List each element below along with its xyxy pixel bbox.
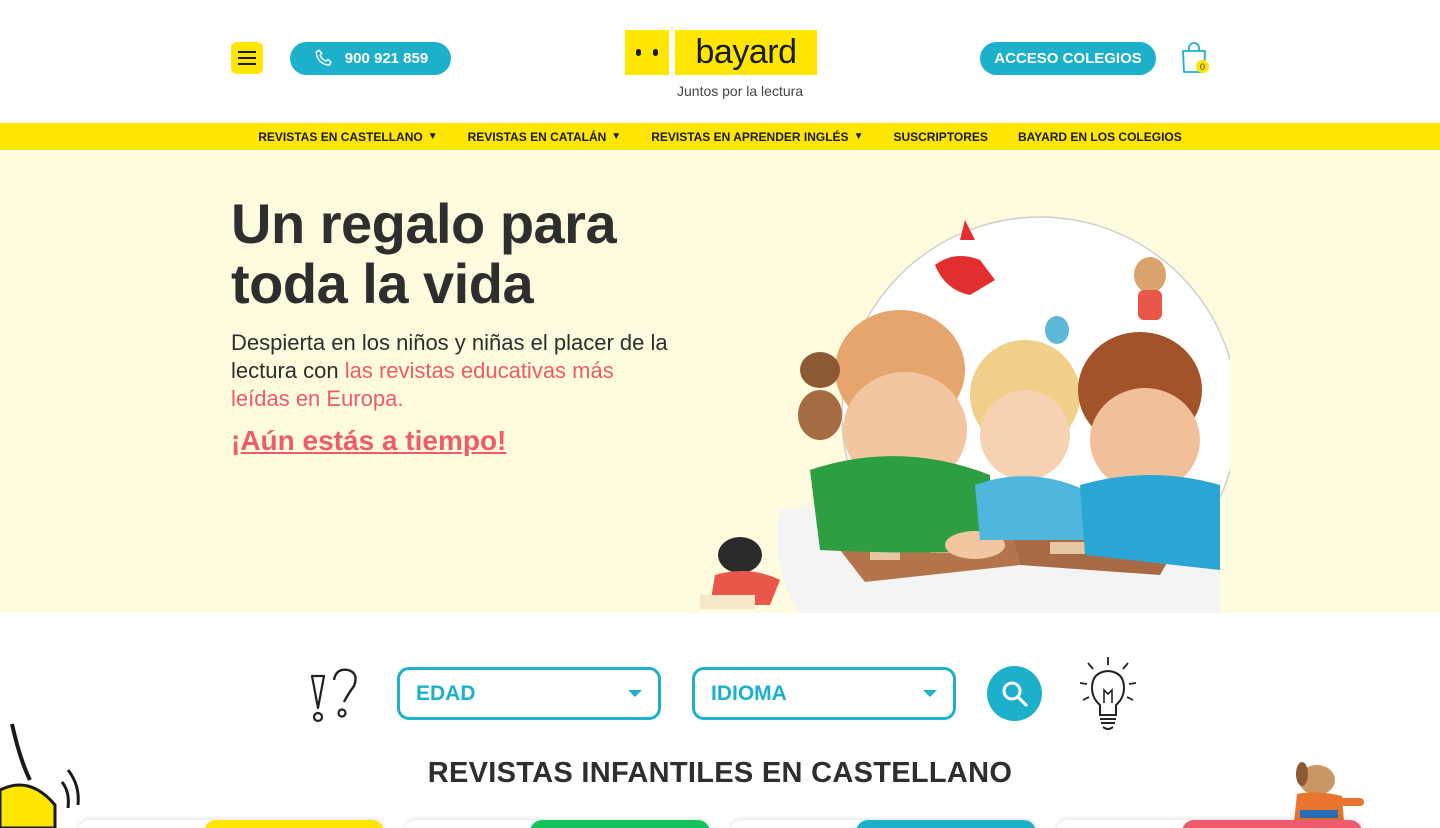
magazine-card[interactable] xyxy=(404,820,710,828)
caret-down-icon: ▼ xyxy=(427,131,438,142)
card-color-stripe xyxy=(530,820,710,828)
magazine-card[interactable] xyxy=(730,820,1036,828)
language-select-label: IDIOMA xyxy=(711,681,787,705)
cart-count-badge: 0 xyxy=(1196,60,1209,73)
phone-button[interactable]: 900 921 859 xyxy=(290,42,451,75)
search-icon xyxy=(1002,681,1028,707)
chevron-down-icon xyxy=(628,690,642,697)
nav-item-revistas-catalan[interactable]: REVISTAS EN CATALÁN ▼ xyxy=(468,130,622,144)
caret-down-icon: ▼ xyxy=(611,131,622,142)
menu-button[interactable] xyxy=(231,42,263,74)
logo-wordmark: bayard xyxy=(675,30,817,75)
phone-icon xyxy=(315,49,332,66)
hero-banner: Un regalo para toda la vida Despierta en… xyxy=(0,150,1440,613)
age-select-label: EDAD xyxy=(416,681,476,705)
card-color-stripe xyxy=(1182,820,1362,828)
acceso-colegios-button[interactable]: ACCESO COLEGIOS xyxy=(980,42,1156,75)
logo-eyes-icon xyxy=(625,30,669,75)
phone-number: 900 921 859 xyxy=(344,50,429,67)
nav-item-revistas-ingles[interactable]: REVISTAS EN APRENDER INGLÉS ▼ xyxy=(651,130,863,144)
hero-cta-link[interactable]: ¡Aún estás a tiempo! xyxy=(231,425,506,457)
magazine-card[interactable] xyxy=(78,820,384,828)
card-color-stripe xyxy=(204,820,384,828)
nav-item-suscriptores[interactable]: SUSCRIPTORES xyxy=(893,130,987,144)
language-select[interactable]: IDIOMA xyxy=(692,667,956,720)
hero-description: Despierta en los niños y niñas el placer… xyxy=(231,330,668,411)
logo-tagline: Juntos por la lectura xyxy=(677,83,804,99)
hamburger-icon xyxy=(238,51,256,65)
main-nav: REVISTAS EN CASTELLANO ▼ REVISTAS EN CAT… xyxy=(0,123,1440,150)
search-button[interactable] xyxy=(987,666,1042,721)
exclamation-question-icon xyxy=(310,668,357,723)
bayard-logo[interactable]: bayard xyxy=(625,30,817,75)
age-select[interactable]: EDAD xyxy=(397,667,661,720)
magazine-card[interactable] xyxy=(1056,820,1362,828)
section-title: REVISTAS INFANTILES EN CASTELLANO xyxy=(427,757,1013,789)
chevron-down-icon xyxy=(923,690,937,697)
lightbulb-icon xyxy=(1079,657,1137,730)
hero-title: Un regalo para toda la vida xyxy=(231,192,617,315)
site-header: 900 921 859 bayard Juntos por la lectura… xyxy=(0,0,1440,123)
kids-reading-illustration xyxy=(700,216,1230,613)
card-color-stripe xyxy=(856,820,1036,828)
caret-down-icon: ▼ xyxy=(853,131,864,142)
nav-item-revistas-castellano[interactable]: REVISTAS EN CASTELLANO ▼ xyxy=(258,130,437,144)
nav-item-bayard-colegios[interactable]: BAYARD EN LOS COLEGIOS xyxy=(1018,130,1182,144)
